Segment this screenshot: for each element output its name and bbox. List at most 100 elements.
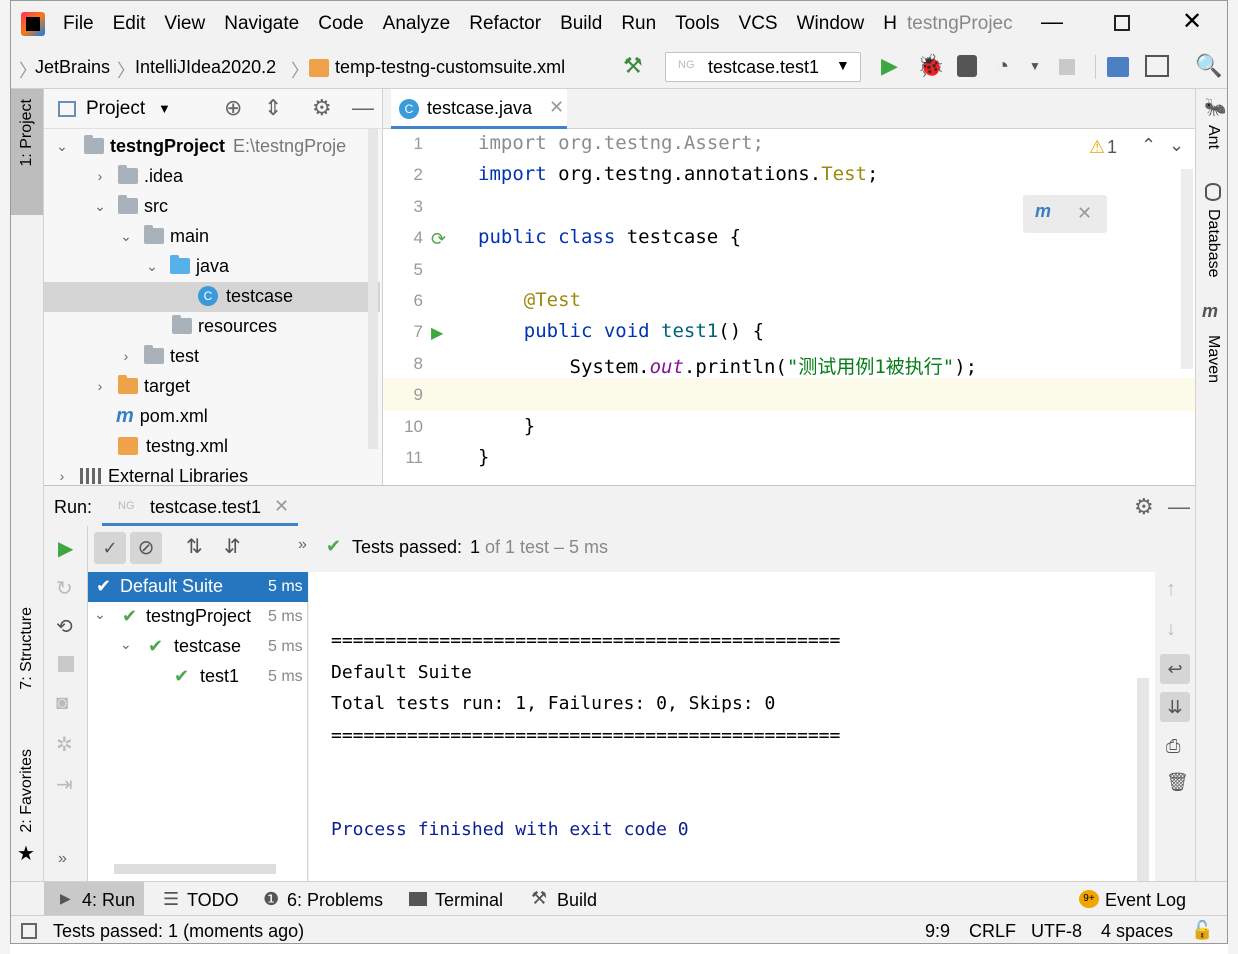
stop-icon[interactable] xyxy=(58,656,74,672)
camera-icon[interactable]: ◙ xyxy=(56,692,68,715)
bottom-tab-todo[interactable]: TODO xyxy=(187,890,239,911)
minimize-button[interactable]: — xyxy=(1041,9,1063,35)
trash-icon[interactable]: 🗑 xyxy=(1166,772,1189,793)
close-tab-icon[interactable]: ✕ xyxy=(274,496,289,517)
more-actions-icon[interactable]: » xyxy=(58,850,67,868)
database-tab-label[interactable]: Database xyxy=(1204,209,1222,278)
warning-icon[interactable]: ⚠ xyxy=(1089,137,1105,158)
menu-item-vcs[interactable]: VCS xyxy=(739,13,778,35)
bottom-tab-run[interactable]: ▶ 4: Run xyxy=(44,882,144,916)
menu-item-build[interactable]: Build xyxy=(560,13,602,35)
tree-item-java[interactable]: ⌄ java xyxy=(142,251,229,281)
run-tab[interactable]: NG testcase.test1 ✕ xyxy=(102,486,298,526)
terminal-window-icon[interactable] xyxy=(1145,55,1169,77)
toggle-auto-test-icon[interactable]: ⟲ xyxy=(56,614,73,639)
search-icon[interactable]: 🔍 xyxy=(1195,53,1222,79)
tree-item-src[interactable]: ⌄ src xyxy=(90,191,168,221)
rerun-failed-icon[interactable]: ↻ xyxy=(56,576,73,601)
close-tab-icon[interactable]: ✕ xyxy=(549,97,564,118)
menu-item-window[interactable]: Window xyxy=(797,13,865,35)
more-actions-icon[interactable]: » xyxy=(298,536,307,554)
sort-alpha-icon[interactable]: ⇅ xyxy=(186,534,203,559)
bottom-tab-event-log[interactable]: Event Log xyxy=(1105,890,1186,911)
warning-count[interactable]: 1 xyxy=(1107,137,1117,158)
close-window-button[interactable]: ✕ xyxy=(1182,7,1202,36)
coverage-icon[interactable] xyxy=(957,55,977,77)
previous-highlight-icon[interactable]: ⌃ xyxy=(1141,135,1156,156)
menu-item-navigate[interactable]: Navigate xyxy=(224,13,299,35)
editor-scrollbar[interactable] xyxy=(1181,169,1193,369)
print-icon[interactable]: ⎙ xyxy=(1166,736,1180,757)
scrollbar-track[interactable] xyxy=(368,129,378,449)
menu-item-tools[interactable]: Tools xyxy=(675,13,719,35)
tree-item-testcase[interactable]: Ctestcase xyxy=(198,281,293,311)
menu-item-edit[interactable]: Edit xyxy=(113,13,146,35)
ant-tab-label[interactable]: Ant xyxy=(1204,125,1222,149)
breadcrumb-file[interactable]: temp-testng-customsuite.xml xyxy=(335,57,565,78)
run-gutter-icon[interactable]: ⟳ xyxy=(431,229,446,250)
test-tree-row-suite[interactable]: ✔ Default Suite 5 ms xyxy=(88,572,308,602)
maven-reload-popup[interactable]: m ✕ xyxy=(1023,195,1107,233)
maximize-button[interactable] xyxy=(1114,15,1130,31)
sort-duration-icon[interactable]: ⇵ xyxy=(224,534,241,559)
maven-tab-label[interactable]: Maven xyxy=(1204,335,1222,383)
tree-item-root[interactable]: ⌄ testngProject E:\testngProje xyxy=(52,131,346,161)
tree-item-target[interactable]: › target xyxy=(90,371,190,401)
gear-icon[interactable]: ⚙ xyxy=(312,95,332,121)
scroll-to-end-icon[interactable]: ⇊ xyxy=(1160,692,1190,722)
hide-panel-icon[interactable]: — xyxy=(1168,494,1190,520)
soft-wrap-icon[interactable]: ↩ xyxy=(1160,654,1190,684)
import-tests-icon[interactable]: ⇥ xyxy=(56,772,73,797)
maven-reload-icon[interactable]: m xyxy=(1035,201,1051,222)
menu-item-h[interactable]: H xyxy=(883,13,897,35)
chevron-down-icon[interactable]: ▼ xyxy=(1029,59,1041,73)
tree-item-pom[interactable]: m pom.xml xyxy=(116,401,208,431)
structure-tab-label[interactable]: 7: Structure xyxy=(18,607,36,690)
console-scrollbar[interactable] xyxy=(1137,678,1149,882)
menu-item-analyze[interactable]: Analyze xyxy=(383,13,451,35)
project-view-select[interactable]: Project xyxy=(86,98,145,120)
breadcrumb-intellij[interactable]: IntelliJIdea2020.2 xyxy=(135,57,276,78)
bottom-tab-build[interactable]: Build xyxy=(557,890,597,911)
star-icon[interactable]: ★ xyxy=(17,841,35,866)
tree-item-idea[interactable]: › .idea xyxy=(90,161,183,191)
tree-horizontal-scrollbar[interactable] xyxy=(114,864,276,874)
menu-item-run[interactable]: Run xyxy=(621,13,656,35)
code-area[interactable]: 1 import org.testng.Assert; 2 import org.te… xyxy=(383,129,1195,485)
show-passed-icon[interactable]: ✓ xyxy=(94,532,126,564)
collapse-all-icon[interactable]: ⇕ xyxy=(264,95,282,121)
test-tree-row-class[interactable]: ⌄ ✔ testcase 5 ms xyxy=(88,632,308,662)
indent-setting[interactable]: 4 spaces xyxy=(1101,921,1173,942)
menu-item-refactor[interactable]: Refactor xyxy=(469,13,541,35)
stop-icon[interactable] xyxy=(1059,59,1075,75)
run-icon[interactable]: ▶ xyxy=(881,53,898,79)
tree-item-resources[interactable]: resources xyxy=(172,311,277,341)
menu-item-code[interactable]: Code xyxy=(318,13,363,35)
test-tree-row-project[interactable]: ⌄ ✔ testngProject 5 ms xyxy=(88,602,308,632)
arrow-up-icon[interactable]: ↑ xyxy=(1166,578,1176,601)
bottom-tab-problems[interactable]: 6: Problems xyxy=(287,890,383,911)
file-encoding[interactable]: UTF-8 xyxy=(1031,921,1082,942)
tree-item-testng[interactable]: testng.xml xyxy=(118,431,228,461)
arrow-down-icon[interactable]: ↓ xyxy=(1166,618,1176,641)
menu-item-file[interactable]: File xyxy=(63,13,94,35)
caret-position[interactable]: 9:9 xyxy=(925,921,950,942)
breadcrumb-jetbrains[interactable]: JetBrains xyxy=(35,57,110,78)
line-separator[interactable]: CRLF xyxy=(969,921,1016,942)
run-config-select[interactable]: NG testcase.test1 ▼ xyxy=(665,52,861,82)
next-highlight-icon[interactable]: ⌄ xyxy=(1169,135,1184,156)
console-output[interactable]: ========================================… xyxy=(309,572,1155,882)
hide-panel-icon[interactable]: — xyxy=(352,95,374,121)
project-tool-tab[interactable]: 1: Project xyxy=(11,89,43,215)
lock-icon[interactable]: 🔓 xyxy=(1191,920,1213,941)
gear-icon[interactable]: ⚙ xyxy=(1134,494,1154,520)
test-tree-row-method[interactable]: ✔ test1 5 ms xyxy=(88,662,308,692)
debug-settings-icon[interactable]: ✲ xyxy=(56,732,73,757)
chevron-down-icon[interactable]: ▼ xyxy=(158,101,171,116)
favorites-tab-label[interactable]: 2: Favorites xyxy=(18,749,36,833)
tree-item-test[interactable]: › test xyxy=(116,341,199,371)
close-popup-icon[interactable]: ✕ xyxy=(1077,203,1092,224)
toggle-tool-windows-icon[interactable] xyxy=(21,923,37,939)
locate-target-icon[interactable]: ⊕ xyxy=(224,95,242,121)
menu-item-view[interactable]: View xyxy=(164,13,205,35)
